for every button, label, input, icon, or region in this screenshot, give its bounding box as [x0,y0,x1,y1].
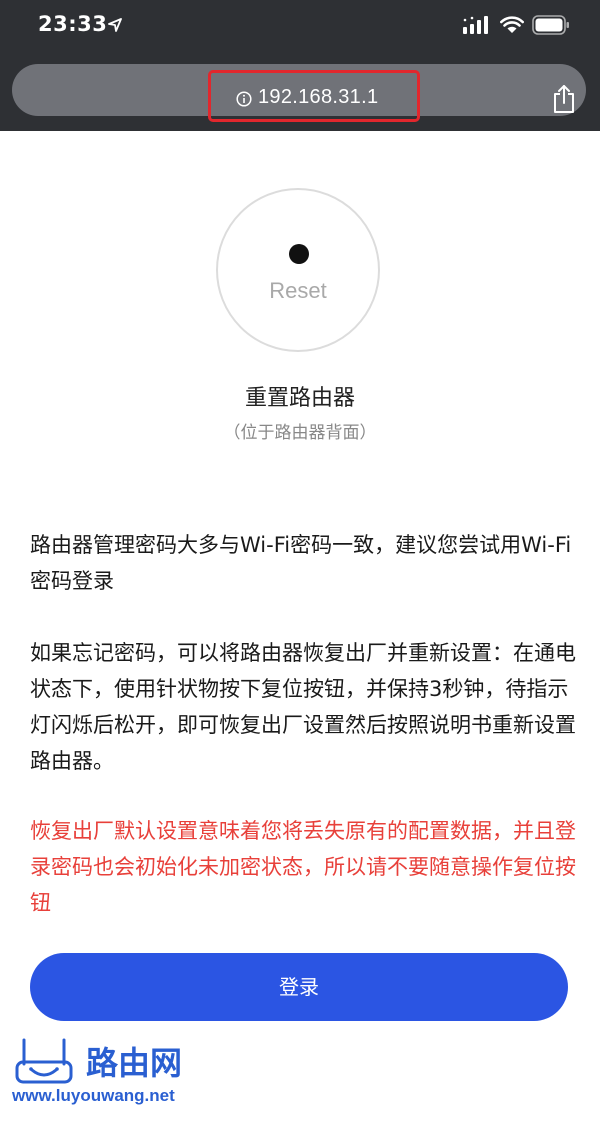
location-arrow-icon [108,18,122,32]
reset-warning-text: 恢复出厂默认设置意味着您将丢失原有的配置数据，并且登录密码也会初始化未加密状态，… [30,819,576,915]
share-icon[interactable] [552,84,576,114]
router-logo-icon [15,1038,73,1084]
wifi-icon [500,16,524,33]
status-bar: 23:33 [0,0,600,54]
watermark-logo-label: 路由网 [86,1044,182,1082]
address-bar[interactable]: 192.168.31.1 [12,64,586,122]
battery-icon [532,15,569,35]
info-icon[interactable] [236,91,252,107]
password-hint-text: 路由器管理密码大多与Wi-Fi密码一致，建议您尝试用Wi-Fi密码登录 [30,533,572,593]
watermark: 路由网 www.luyouwang.net [0,1030,260,1126]
status-time: 23:33 [38,12,108,36]
signal-icon [463,16,488,34]
browser-toolbar: 192.168.31.1 [0,54,600,131]
login-button[interactable]: 登录 [30,953,568,1021]
watermark-logo-text: 路由网 [86,1044,182,1082]
reset-subtitle: （位于路由器背面） [223,423,377,443]
reset-button-illustration: Reset [216,188,380,352]
url-text[interactable]: 192.168.31.1 [258,86,378,109]
reset-label: Reset [269,278,327,303]
reset-title: 重置路由器 [244,386,355,411]
reset-instructions-text: 如果忘记密码，可以将路由器恢复出厂并重新设置：在通电状态下，使用针状物按下复位按… [30,641,576,773]
reset-hole [289,244,309,264]
watermark-url: www.luyouwang.net [12,1086,175,1105]
